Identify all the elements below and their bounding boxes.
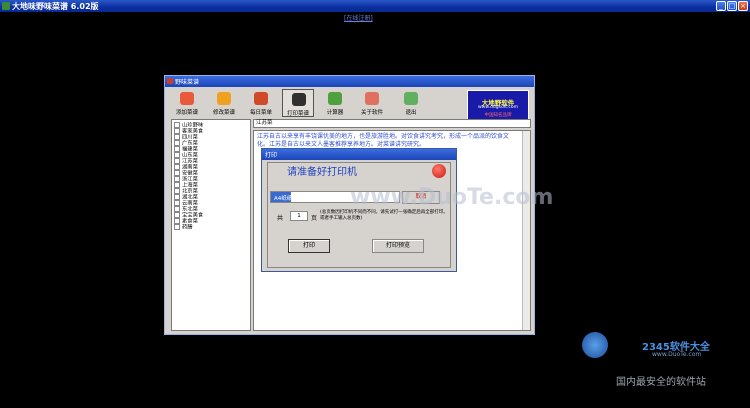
print-dialog: 打印 请准备好打印机 A4纸纸幅 取消 共 1 页 (总页数因打印机不同而不同，… [261, 148, 457, 272]
toolbar-label: 打印菜谱 [286, 111, 309, 117]
printer-icon [292, 93, 306, 106]
page-count-input[interactable]: 1 [290, 211, 308, 221]
window-icon [167, 78, 173, 84]
vertical-scrollbar[interactable] [522, 131, 530, 330]
toolbar-about[interactable]: 关于软件 [356, 89, 388, 117]
calculator-icon [328, 92, 342, 105]
dialog-heading: 请准备好打印机 [287, 167, 357, 178]
toolbar-edit-recipe[interactable]: 修改菜谱 [208, 89, 240, 117]
tree-item[interactable]: 药膳 [174, 224, 193, 231]
register-link[interactable]: [在线注册] [344, 13, 373, 22]
add-recipe-icon [180, 92, 194, 105]
dialog-title-bar: 打印 [262, 149, 456, 160]
print-note: (总页数因打印机不同而不同，请先试打一张确定后再全部打印。或者手工输入总页数) [320, 210, 448, 221]
app-title: 大地味野味菜谱 6.02版 [12, 2, 99, 11]
toolbar-add-recipe[interactable]: 添加菜谱 [171, 89, 203, 117]
daily-menu-icon [254, 92, 268, 105]
app-icon [2, 2, 10, 10]
logo-line3: 中国知名品牌 [484, 113, 512, 118]
exit-icon [404, 92, 418, 105]
toolbar-print-recipe[interactable]: 打印菜谱 [282, 89, 314, 117]
apple-icon [432, 164, 446, 178]
progress-label: A4纸纸幅 [274, 196, 298, 202]
recipe-text: 江苏自古以来享有丰饶课优美的地方，也是旅游胜地。对饮食讲究考究，形成一个品派的饮… [257, 133, 510, 148]
close-button[interactable]: × [738, 1, 748, 11]
window-title: 野味菜谱 [175, 79, 200, 86]
toolbar-label: 每日菜单 [249, 110, 272, 116]
brand-logo: 大地野软件 www.ddgsoft.com 中国知名品牌 [467, 90, 529, 122]
badge-url: www.DuoTe.com [652, 351, 702, 358]
edit-recipe-icon [217, 92, 231, 105]
site-logo-icon [582, 332, 608, 358]
minimize-button[interactable]: _ [716, 1, 726, 11]
toolbar-label: 添加菜谱 [175, 110, 198, 116]
page-count-suffix: 页 [311, 215, 318, 222]
print-preview-button[interactable]: 打印预览 [372, 239, 424, 253]
category-field[interactable]: 江苏菜 [253, 119, 531, 128]
site-slogan: 国内最安全的软件站 [616, 377, 706, 388]
toolbar-label: 关于软件 [360, 110, 383, 116]
toolbar-label: 修改菜谱 [212, 110, 235, 116]
dialog-title: 打印 [265, 152, 278, 159]
window-title-bar: 野味菜谱 [165, 76, 534, 87]
toolbar-exit[interactable]: 退出 [395, 89, 427, 117]
print-button[interactable]: 打印 [288, 239, 330, 253]
toolbar-label: 计算器 [326, 110, 344, 116]
about-icon [365, 92, 379, 105]
page-count-prefix: 共 [277, 215, 284, 222]
category-tree[interactable]: 山珍野味 客家美食 四川菜 广东菜 福建菜 山东菜 江苏菜 湖南菜 安徽菜 浙江… [171, 119, 251, 331]
center-watermark: www.DuoTe.com [350, 185, 554, 210]
maximize-button[interactable]: □ [727, 1, 737, 11]
app-title-bar: 大地味野味菜谱 6.02版 _ □ × [0, 0, 750, 12]
site-badge: 2345软件大全 www.DuoTe.com [582, 328, 750, 373]
toolbar-calculator[interactable]: 计算器 [319, 89, 351, 117]
toolbar-daily-menu[interactable]: 每日菜单 [245, 89, 277, 117]
toolbar-label: 退出 [405, 110, 417, 116]
logo-line2: www.ddgsoft.com [477, 105, 519, 110]
